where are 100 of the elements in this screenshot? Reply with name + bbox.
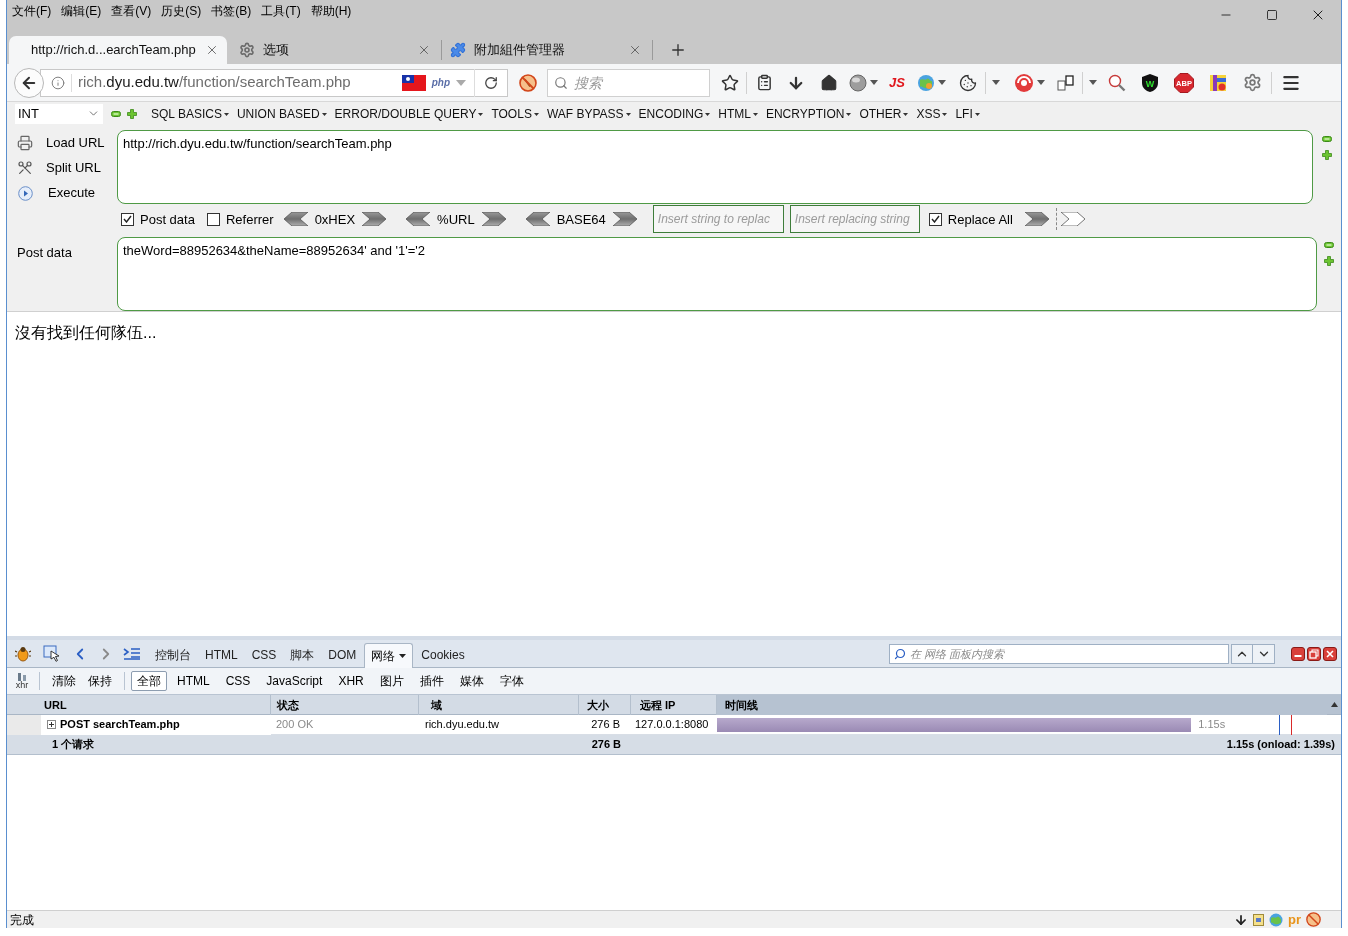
- hackbar-menu[interactable]: HTML: [718, 104, 758, 123]
- plus-icon[interactable]: [127, 108, 137, 119]
- browser-tab[interactable]: 选项: [233, 36, 439, 64]
- panel-action[interactable]: 保持: [82, 670, 118, 692]
- js-button[interactable]: JS: [881, 68, 913, 97]
- panel-tab[interactable]: CSS: [245, 642, 283, 667]
- replace-to-field[interactable]: Insert replacing string: [789, 205, 920, 234]
- hackbar-action[interactable]: Execute: [48, 183, 95, 203]
- type-dropdown[interactable]: INT: [15, 103, 103, 124]
- plus-icon[interactable]: [1324, 256, 1334, 266]
- filter-button[interactable]: 插件: [413, 671, 450, 691]
- hackbar-menu[interactable]: XSS: [916, 104, 948, 123]
- menu-item[interactable]: 文件(F): [7, 3, 57, 19]
- caret-icon[interactable]: [869, 80, 878, 85]
- download-icon[interactable]: [1234, 912, 1248, 927]
- hackbar-menu[interactable]: TOOLS: [491, 104, 539, 123]
- menu-item[interactable]: 查看(V): [106, 3, 157, 19]
- minus-icon[interactable]: [1324, 242, 1334, 248]
- panel-tab[interactable]: HTML: [199, 642, 244, 667]
- info-icon[interactable]: [51, 75, 65, 90]
- minus-icon[interactable]: [111, 110, 121, 117]
- hackbar-menu[interactable]: OTHER: [859, 104, 909, 123]
- minus-icon[interactable]: [1322, 135, 1332, 142]
- filter-button[interactable]: 字体: [493, 671, 530, 691]
- hackbar-action[interactable]: Split URL: [46, 158, 101, 178]
- caret-icon[interactable]: [937, 80, 946, 85]
- panel-tab[interactable]: DOM: [322, 642, 363, 667]
- search-field[interactable]: 搜索: [547, 68, 710, 97]
- right-arrow-icon[interactable]: [1060, 212, 1085, 227]
- left-arrow-icon[interactable]: [283, 212, 308, 227]
- post-data-textarea[interactable]: theWord=88952634&theName=88952634' and '1'='2: [117, 237, 1317, 311]
- inspect-icon[interactable]: [43, 644, 61, 663]
- bug-icon[interactable]: [15, 645, 31, 662]
- noscript-icon[interactable]: [519, 73, 537, 92]
- close-tab-icon[interactable]: [417, 43, 431, 57]
- minimize-icon[interactable]: [1291, 646, 1305, 661]
- column-header[interactable]: 域: [419, 695, 579, 715]
- filter-button[interactable]: JavaScript: [260, 671, 329, 691]
- checkbox[interactable]: [121, 212, 134, 226]
- noscript-icon[interactable]: [1306, 912, 1321, 927]
- right-arrow-icon[interactable]: [481, 212, 506, 227]
- panel-tab[interactable]: 控制台: [149, 642, 197, 667]
- panel-tab[interactable]: Cookies: [415, 642, 471, 667]
- close-tab-icon[interactable]: [205, 43, 219, 57]
- hackbar-menu[interactable]: SQL BASICS: [151, 104, 229, 123]
- page-icon[interactable]: [1253, 913, 1264, 926]
- panel-tab[interactable]: 网络: [364, 643, 414, 668]
- request-url[interactable]: POST searchTeam.php: [60, 716, 180, 733]
- shield-button[interactable]: W: [1133, 68, 1167, 97]
- replace-from-field[interactable]: Insert string to replac: [652, 205, 784, 234]
- caret-icon[interactable]: [992, 80, 1000, 85]
- hackbar-menu[interactable]: ERROR/DOUBLE QUERY: [334, 104, 484, 123]
- next-button[interactable]: [1253, 643, 1275, 664]
- browser-tab[interactable]: 附加組件管理器: [444, 36, 650, 64]
- filter-button[interactable]: 媒体: [453, 671, 490, 691]
- hackbar-menu[interactable]: ENCRYPTION: [765, 104, 852, 123]
- right-arrow-icon[interactable]: [1024, 212, 1049, 227]
- hackbar-action[interactable]: Load URL: [46, 133, 105, 153]
- column-header[interactable]: 状态: [271, 695, 419, 715]
- previous-button[interactable]: [1231, 643, 1253, 664]
- checkbox[interactable]: [928, 212, 942, 226]
- menu-item[interactable]: 编辑(E): [56, 3, 107, 19]
- column-header[interactable]: 大小: [579, 695, 631, 715]
- panel-tab[interactable]: 脚本: [284, 642, 321, 667]
- url-textarea[interactable]: http://rich.dyu.edu.tw/function/searchTeam.php: [117, 129, 1313, 204]
- close-tab-icon[interactable]: [628, 43, 642, 57]
- filter-button[interactable]: HTML: [171, 671, 216, 691]
- panel-search-field[interactable]: 在 网络 面板内搜索: [889, 643, 1229, 664]
- hackbar-menu[interactable]: LFI: [955, 104, 980, 123]
- left-arrow-icon[interactable]: [406, 212, 431, 227]
- filter-button[interactable]: CSS: [219, 671, 257, 691]
- hackbar-menu[interactable]: ENCODING: [638, 104, 711, 123]
- browser-tab[interactable]: http://rich.d...earchTeam.php: [9, 36, 227, 64]
- restore-icon[interactable]: [1307, 646, 1321, 661]
- hackbar-menu[interactable]: UNION BASED: [236, 104, 327, 123]
- command-line-icon[interactable]: [123, 646, 141, 661]
- expand-icon[interactable]: [47, 720, 56, 729]
- filter-button[interactable]: XHR: [332, 671, 370, 691]
- back-button[interactable]: [14, 67, 44, 98]
- right-arrow-icon[interactable]: [362, 212, 387, 227]
- close-icon[interactable]: [1323, 646, 1337, 661]
- plus-icon[interactable]: [1322, 149, 1332, 160]
- address-bar[interactable]: rich.dyu.edu.tw/function/searchTeam.php php: [40, 68, 508, 97]
- filter-button[interactable]: 全部: [131, 671, 167, 691]
- panel-action[interactable]: 清除: [46, 670, 82, 692]
- menu-item[interactable]: 帮助(H): [305, 3, 357, 19]
- column-header[interactable]: 时间线: [717, 695, 1327, 715]
- left-arrow-icon[interactable]: [525, 212, 550, 227]
- menu-item[interactable]: 历史(S): [156, 3, 207, 19]
- puzzle-icon: [450, 42, 466, 58]
- hackbar-menu[interactable]: WAF BYPASS: [546, 104, 631, 123]
- caret-icon[interactable]: [1089, 80, 1097, 85]
- sort-arrow-icon[interactable]: [1330, 702, 1338, 707]
- menu-item[interactable]: 工具(T): [256, 3, 306, 19]
- checkbox[interactable]: [206, 212, 220, 226]
- right-arrow-icon[interactable]: [612, 212, 637, 227]
- menu-item[interactable]: 书签(B): [206, 3, 257, 19]
- filter-button[interactable]: 图片: [373, 671, 410, 691]
- caret-icon[interactable]: [1036, 80, 1045, 85]
- globe-icon[interactable]: [1269, 912, 1283, 927]
